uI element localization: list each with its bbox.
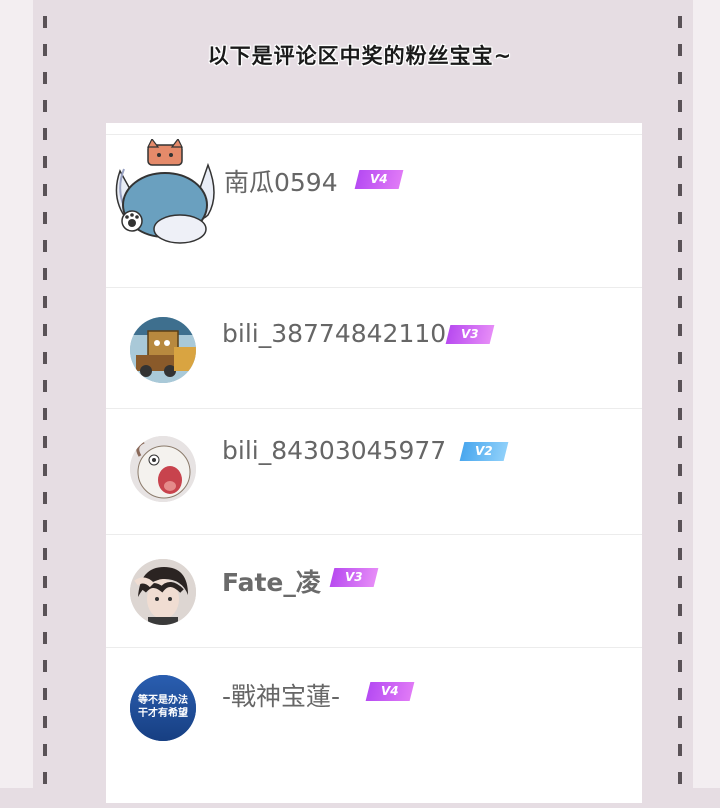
avatar-sign-text: 等不是办法 干才有希望 [138,695,188,719]
level-badge: V3 [445,325,495,344]
level-badge: V4 [365,682,415,701]
list-item[interactable]: bili_84303045977 V2 [106,409,642,535]
left-dashed-border [43,0,47,788]
level-badge: V4 [354,170,404,189]
right-dashed-border [678,0,682,788]
winner-name: Fate_凌 [222,568,321,597]
left-margin [0,0,33,788]
winner-name: -戰神宝蓮- [222,682,341,711]
cartoon-sponge-avatar-icon[interactable] [130,317,196,383]
right-margin [693,0,720,788]
list-item[interactable]: Fate_凌 V3 [106,535,642,648]
anime-boy-avatar-icon[interactable] [130,559,196,625]
winner-name: 南瓜0594 [224,168,338,197]
level-badge: V2 [459,442,509,461]
page-title: 以下是评论区中奖的粉丝宝宝~ [207,44,513,68]
list-item[interactable]: bili_38774842110 V3 [106,288,642,409]
sign-avatar-icon[interactable]: 等不是办法 干才有希望 [130,675,196,741]
level-badge: V3 [329,568,379,587]
screaming-sheep-avatar-icon[interactable] [130,436,196,502]
list-item[interactable]: 南瓜0594 V4 [106,135,642,288]
cat-slime-avatar-icon[interactable] [110,137,220,251]
winner-name: bili_38774842110 [222,319,447,348]
list-item[interactable]: 等不是办法 干才有希望 -戰神宝蓮- V4 [106,648,642,808]
winner-list: 南瓜0594 V4 bili_38774842110 V3 bili_84303… [106,123,642,803]
winner-name: bili_84303045977 [222,436,447,465]
